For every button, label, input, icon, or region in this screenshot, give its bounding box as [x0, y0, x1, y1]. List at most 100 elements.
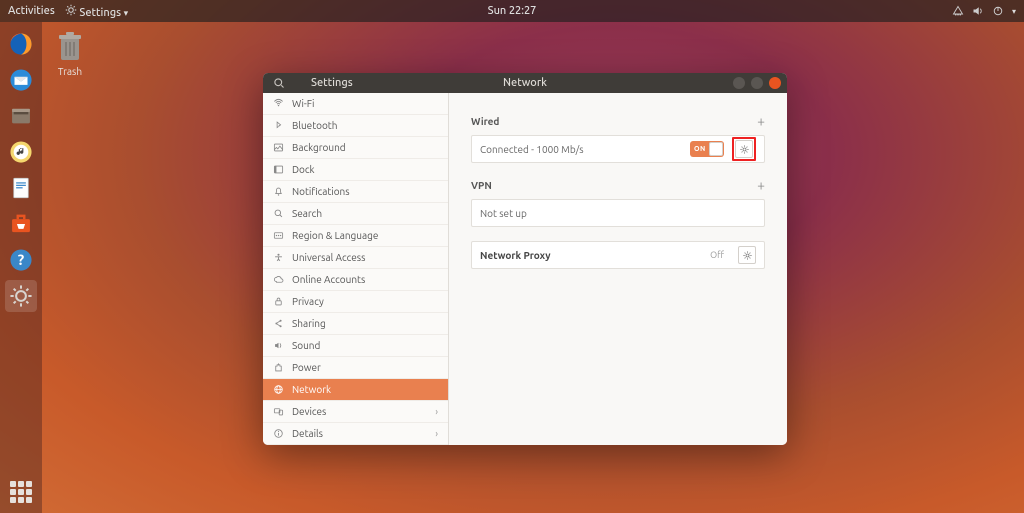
sidebar-item-label: Devices — [292, 406, 326, 417]
power-tray-icon — [992, 5, 1004, 17]
gear-icon — [739, 144, 750, 155]
top-panel: Activities Settings Sun 22:27 ▾ — [0, 0, 1024, 22]
volume-tray-icon — [972, 5, 984, 17]
sidebar-item-notifications[interactable]: Notifications — [263, 181, 448, 203]
sound-icon — [273, 340, 284, 351]
add-vpn-button[interactable]: + — [757, 177, 765, 193]
sidebar-item-label: Notifications — [292, 186, 350, 197]
sidebar-item-network[interactable]: Network — [263, 379, 448, 401]
launcher-software[interactable] — [5, 208, 37, 240]
launcher-files[interactable] — [5, 100, 37, 132]
trash-icon — [56, 30, 84, 62]
proxy-label: Network Proxy — [480, 250, 702, 261]
sidebar-item-region-language[interactable]: Region & Language — [263, 225, 448, 247]
bell-icon — [273, 186, 284, 197]
sidebar-item-sharing[interactable]: Sharing — [263, 313, 448, 335]
proxy-row: Network Proxy Off — [471, 241, 765, 269]
chevron-right-icon: › — [435, 406, 438, 417]
launcher-rhythmbox[interactable] — [5, 136, 37, 168]
activities-button[interactable]: Activities — [8, 5, 55, 17]
sidebar-item-search[interactable]: Search — [263, 203, 448, 225]
gear-icon — [742, 250, 753, 261]
search-icon — [273, 77, 285, 89]
sidebar-item-online-accounts[interactable]: Online Accounts — [263, 269, 448, 291]
wired-header: Wired — [471, 116, 499, 127]
launcher-libreoffice[interactable] — [5, 172, 37, 204]
window-minimize-button[interactable] — [733, 77, 745, 89]
sidebar-item-label: Region & Language — [292, 230, 378, 241]
wired-settings-highlight — [732, 137, 756, 161]
wired-toggle[interactable]: ON — [690, 141, 724, 157]
sidebar-item-label: Network — [292, 384, 331, 395]
cloud-icon — [273, 274, 284, 285]
access-icon — [273, 252, 284, 263]
wired-settings-button[interactable] — [735, 140, 753, 158]
network-tray-icon — [952, 5, 964, 17]
sidebar-item-background[interactable]: Background — [263, 137, 448, 159]
details-icon — [273, 428, 284, 439]
sidebar-item-label: Online Accounts — [292, 274, 365, 285]
add-wired-button[interactable]: + — [757, 113, 765, 129]
trash-label: Trash — [56, 66, 84, 77]
bluetooth-icon — [273, 120, 284, 131]
launcher-dock: ? — [0, 22, 42, 513]
background-icon — [273, 142, 284, 153]
sidebar-item-label: Bluetooth — [292, 120, 337, 131]
launcher-help[interactable]: ? — [5, 244, 37, 276]
sidebar-item-label: Background — [292, 142, 346, 153]
window-close-button[interactable] — [769, 77, 781, 89]
dock-icon — [273, 164, 284, 175]
sidebar-item-label: Power — [292, 362, 321, 373]
vpn-row: Not set up — [471, 199, 765, 227]
show-applications-button[interactable] — [10, 481, 32, 503]
sidebar-item-privacy[interactable]: Privacy — [263, 291, 448, 313]
launcher-firefox[interactable] — [5, 28, 37, 60]
sidebar-item-universal-access[interactable]: Universal Access — [263, 247, 448, 269]
sidebar-item-dock[interactable]: Dock — [263, 159, 448, 181]
window-maximize-button[interactable] — [751, 77, 763, 89]
power-icon — [273, 362, 284, 373]
settings-sidebar: Wi-Fi Bluetooth Background Dock Notification… — [263, 93, 449, 445]
header-search-button[interactable] — [263, 77, 295, 89]
gear-icon — [65, 4, 77, 16]
sidebar-item-label: Dock — [292, 164, 315, 175]
svg-text:?: ? — [18, 251, 25, 268]
lock-icon — [273, 296, 284, 307]
search-icon — [273, 208, 284, 219]
share-icon — [273, 318, 284, 329]
sidebar-item-label: Sharing — [292, 318, 326, 329]
settings-window: Settings Network Wi-Fi Bluetooth Backgroun… — [263, 73, 787, 445]
window-titlebar[interactable]: Settings Network — [263, 73, 787, 93]
proxy-state: Off — [710, 250, 724, 260]
clock[interactable]: Sun 22:27 — [488, 5, 537, 17]
sidebar-item-sound[interactable]: Sound — [263, 335, 448, 357]
sidebar-item-devices[interactable]: Devices › — [263, 401, 448, 423]
launcher-thunderbird[interactable] — [5, 64, 37, 96]
sidebar-item-power[interactable]: Power — [263, 357, 448, 379]
app-menu[interactable]: Settings — [65, 4, 128, 19]
vpn-status: Not set up — [480, 208, 756, 219]
wired-status: Connected - 1000 Mb/s — [480, 144, 682, 155]
region-icon — [273, 230, 284, 241]
window-title: Settings — [311, 77, 353, 89]
sidebar-item-label: Details — [292, 428, 323, 439]
sidebar-item-bluetooth[interactable]: Bluetooth — [263, 115, 448, 137]
chevron-right-icon: › — [435, 428, 438, 439]
desktop-trash[interactable]: Trash — [56, 30, 84, 77]
sidebar-item-label: Search — [292, 208, 322, 219]
network-panel: Wired + Connected - 1000 Mb/s ON VPN + — [449, 93, 787, 445]
wifi-icon — [273, 98, 284, 109]
sidebar-item-wi-fi[interactable]: Wi-Fi — [263, 93, 448, 115]
sidebar-item-label: Sound — [292, 340, 320, 351]
vpn-header: VPN — [471, 180, 492, 191]
sidebar-item-label: Privacy — [292, 296, 324, 307]
proxy-settings-button[interactable] — [738, 246, 756, 264]
sidebar-item-details[interactable]: Details › — [263, 423, 448, 445]
system-tray[interactable]: ▾ — [952, 5, 1016, 17]
wired-connection-row: Connected - 1000 Mb/s ON — [471, 135, 765, 163]
launcher-settings[interactable] — [5, 280, 37, 312]
network-icon — [273, 384, 284, 395]
sidebar-item-label: Wi-Fi — [292, 98, 314, 109]
sidebar-item-label: Universal Access — [292, 252, 365, 263]
devices-icon — [273, 406, 284, 417]
